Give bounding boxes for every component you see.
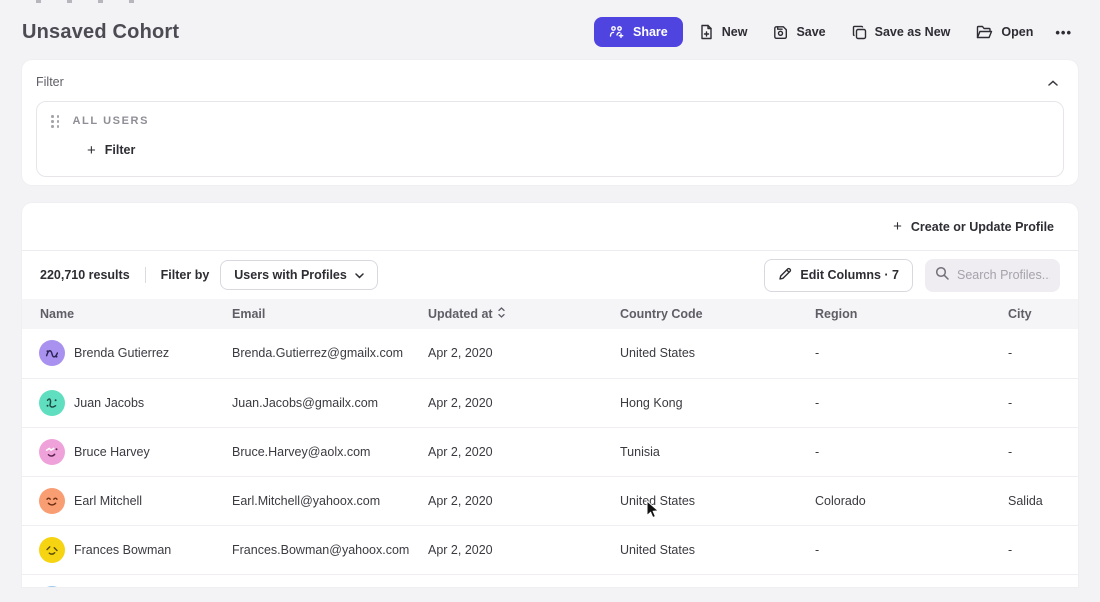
results-count: 220,710 results — [40, 268, 130, 282]
save-as-new-button[interactable]: Save as New — [842, 17, 961, 48]
table-row[interactable]: Bruce Harvey Bruce.Harvey@aolx.com Apr 2… — [22, 427, 1078, 476]
avatar — [39, 390, 65, 416]
filter-by-label: Filter by — [161, 268, 210, 282]
search-profiles-input[interactable] — [957, 268, 1050, 282]
column-header-updated-at[interactable]: Updated at — [428, 299, 620, 329]
profile-updated-at: Apr 2, 2020 — [428, 476, 620, 525]
profile-name: Brenda Gutierrez — [74, 346, 169, 360]
column-header-email[interactable]: Email — [232, 299, 428, 329]
all-users-label: ALL USERS — [73, 115, 150, 127]
profile-name: Bruce Harvey — [74, 445, 150, 459]
save-as-new-button-label: Save as New — [875, 25, 951, 39]
profile-updated-at: Apr 2, 2020 — [428, 329, 620, 378]
add-filter-button-label: Filter — [105, 143, 136, 157]
profile-city: - — [1008, 329, 1078, 378]
save-icon — [773, 25, 788, 40]
search-profiles-box — [925, 259, 1060, 292]
profile-email: Brenda.Gutierrez@gmailx.com — [232, 329, 428, 378]
sort-icon[interactable] — [498, 307, 505, 321]
profile-region: - — [815, 525, 1008, 574]
edit-columns-label: Edit Columns · 7 — [800, 268, 899, 282]
column-header-country-code[interactable]: Country Code — [620, 299, 815, 329]
profile-city: - — [1008, 525, 1078, 574]
table-row[interactable]: Earl Mitchell Earl.Mitchell@yahoox.com A… — [22, 476, 1078, 525]
profile-email: Frances.Bowman@yahoox.com — [232, 525, 428, 574]
profile-name: Earl Mitchell — [74, 494, 142, 508]
profile-updated-at: Apr 2, 2020 — [428, 427, 620, 476]
new-document-icon — [699, 24, 714, 40]
table-toolbar: 220,710 results Filter by Users with Pro… — [22, 251, 1078, 299]
filter-panel: Filter ALL USERS + Filter — [22, 60, 1078, 185]
profile-region: - — [815, 329, 1008, 378]
profile-region: - — [815, 378, 1008, 427]
collapse-filter-button[interactable] — [1044, 72, 1062, 91]
profile-name: Frances Bowman — [74, 543, 171, 557]
table-row-partial[interactable] — [22, 574, 1078, 587]
profile-email: Earl.Mitchell@yahoox.com — [232, 476, 428, 525]
filter-panel-title: Filter — [36, 75, 64, 89]
profile-type-dropdown-value: Users with Profiles — [234, 268, 347, 282]
open-button-label: Open — [1001, 25, 1033, 39]
more-dots-icon: ••• — [1055, 25, 1072, 40]
create-or-update-profile-button[interactable]: + Create or Update Profile — [893, 219, 1054, 234]
profile-country: United States — [620, 476, 815, 525]
plus-icon: + — [893, 219, 902, 234]
profile-updated-at: Apr 2, 2020 — [428, 378, 620, 427]
action-buttons: Share New Save — [594, 16, 1078, 48]
profile-updated-at: Apr 2, 2020 — [428, 525, 620, 574]
profile-type-dropdown[interactable]: Users with Profiles — [220, 260, 378, 290]
table-row[interactable]: Juan Jacobs Juan.Jacobs@gmailx.com Apr 2… — [22, 378, 1078, 427]
new-button[interactable]: New — [689, 16, 758, 48]
avatar — [39, 340, 65, 366]
profile-region: Colorado — [815, 476, 1008, 525]
column-header-city[interactable]: City — [1008, 299, 1078, 329]
profile-country: United States — [620, 525, 815, 574]
profile-region: - — [815, 427, 1008, 476]
profile-city: - — [1008, 427, 1078, 476]
avatar — [39, 439, 65, 465]
edit-columns-button[interactable]: Edit Columns · 7 — [764, 259, 913, 292]
avatar — [39, 586, 65, 587]
profile-email: Juan.Jacobs@gmailx.com — [232, 378, 428, 427]
profile-email: Bruce.Harvey@aolx.com — [232, 427, 428, 476]
add-filter-button[interactable]: + Filter — [87, 143, 135, 158]
create-or-update-profile-label: Create or Update Profile — [911, 220, 1054, 234]
column-header-name[interactable]: Name — [22, 299, 232, 329]
search-icon — [935, 266, 949, 285]
column-header-region[interactable]: Region — [815, 299, 1008, 329]
profile-country: Tunisia — [620, 427, 815, 476]
toolbar-divider — [145, 267, 146, 283]
profile-city: Salida — [1008, 476, 1078, 525]
profile-country: Hong Kong — [620, 378, 815, 427]
share-button-label: Share — [633, 25, 668, 39]
results-panel: + Create or Update Profile 220,710 resul… — [22, 203, 1078, 587]
top-bar: Unsaved Cohort Share New — [0, 0, 1100, 60]
avatar — [39, 537, 65, 563]
filter-group-card: ALL USERS + Filter — [36, 101, 1064, 177]
copy-icon — [852, 25, 867, 40]
open-button[interactable]: Open — [966, 17, 1043, 47]
profile-name: Juan Jacobs — [74, 396, 144, 410]
save-button-label: Save — [796, 25, 825, 39]
folder-open-icon — [976, 25, 993, 39]
save-button[interactable]: Save — [763, 17, 835, 48]
share-button[interactable]: Share — [594, 17, 683, 47]
avatar — [39, 488, 65, 514]
page-title: Unsaved Cohort — [22, 21, 179, 44]
drag-handle-icon[interactable] — [51, 115, 60, 128]
share-users-icon — [609, 25, 625, 39]
table-row[interactable]: Frances Bowman Frances.Bowman@yahoox.com… — [22, 525, 1078, 574]
plus-icon: + — [87, 143, 96, 158]
new-button-label: New — [722, 25, 748, 39]
table-header-row: Name Email Updated at Country Code Regio… — [22, 299, 1078, 329]
table-row[interactable]: Brenda Gutierrez Brenda.Gutierrez@gmailx… — [22, 329, 1078, 378]
clipped-breadcrumb — [36, 0, 134, 3]
more-options-button[interactable]: ••• — [1049, 17, 1078, 48]
profile-city: - — [1008, 378, 1078, 427]
pencil-icon — [778, 267, 792, 284]
chevron-down-icon — [355, 268, 364, 282]
chevron-up-icon — [1048, 74, 1058, 89]
profile-country: United States — [620, 329, 815, 378]
profiles-table: Name Email Updated at Country Code Regio… — [22, 299, 1078, 587]
